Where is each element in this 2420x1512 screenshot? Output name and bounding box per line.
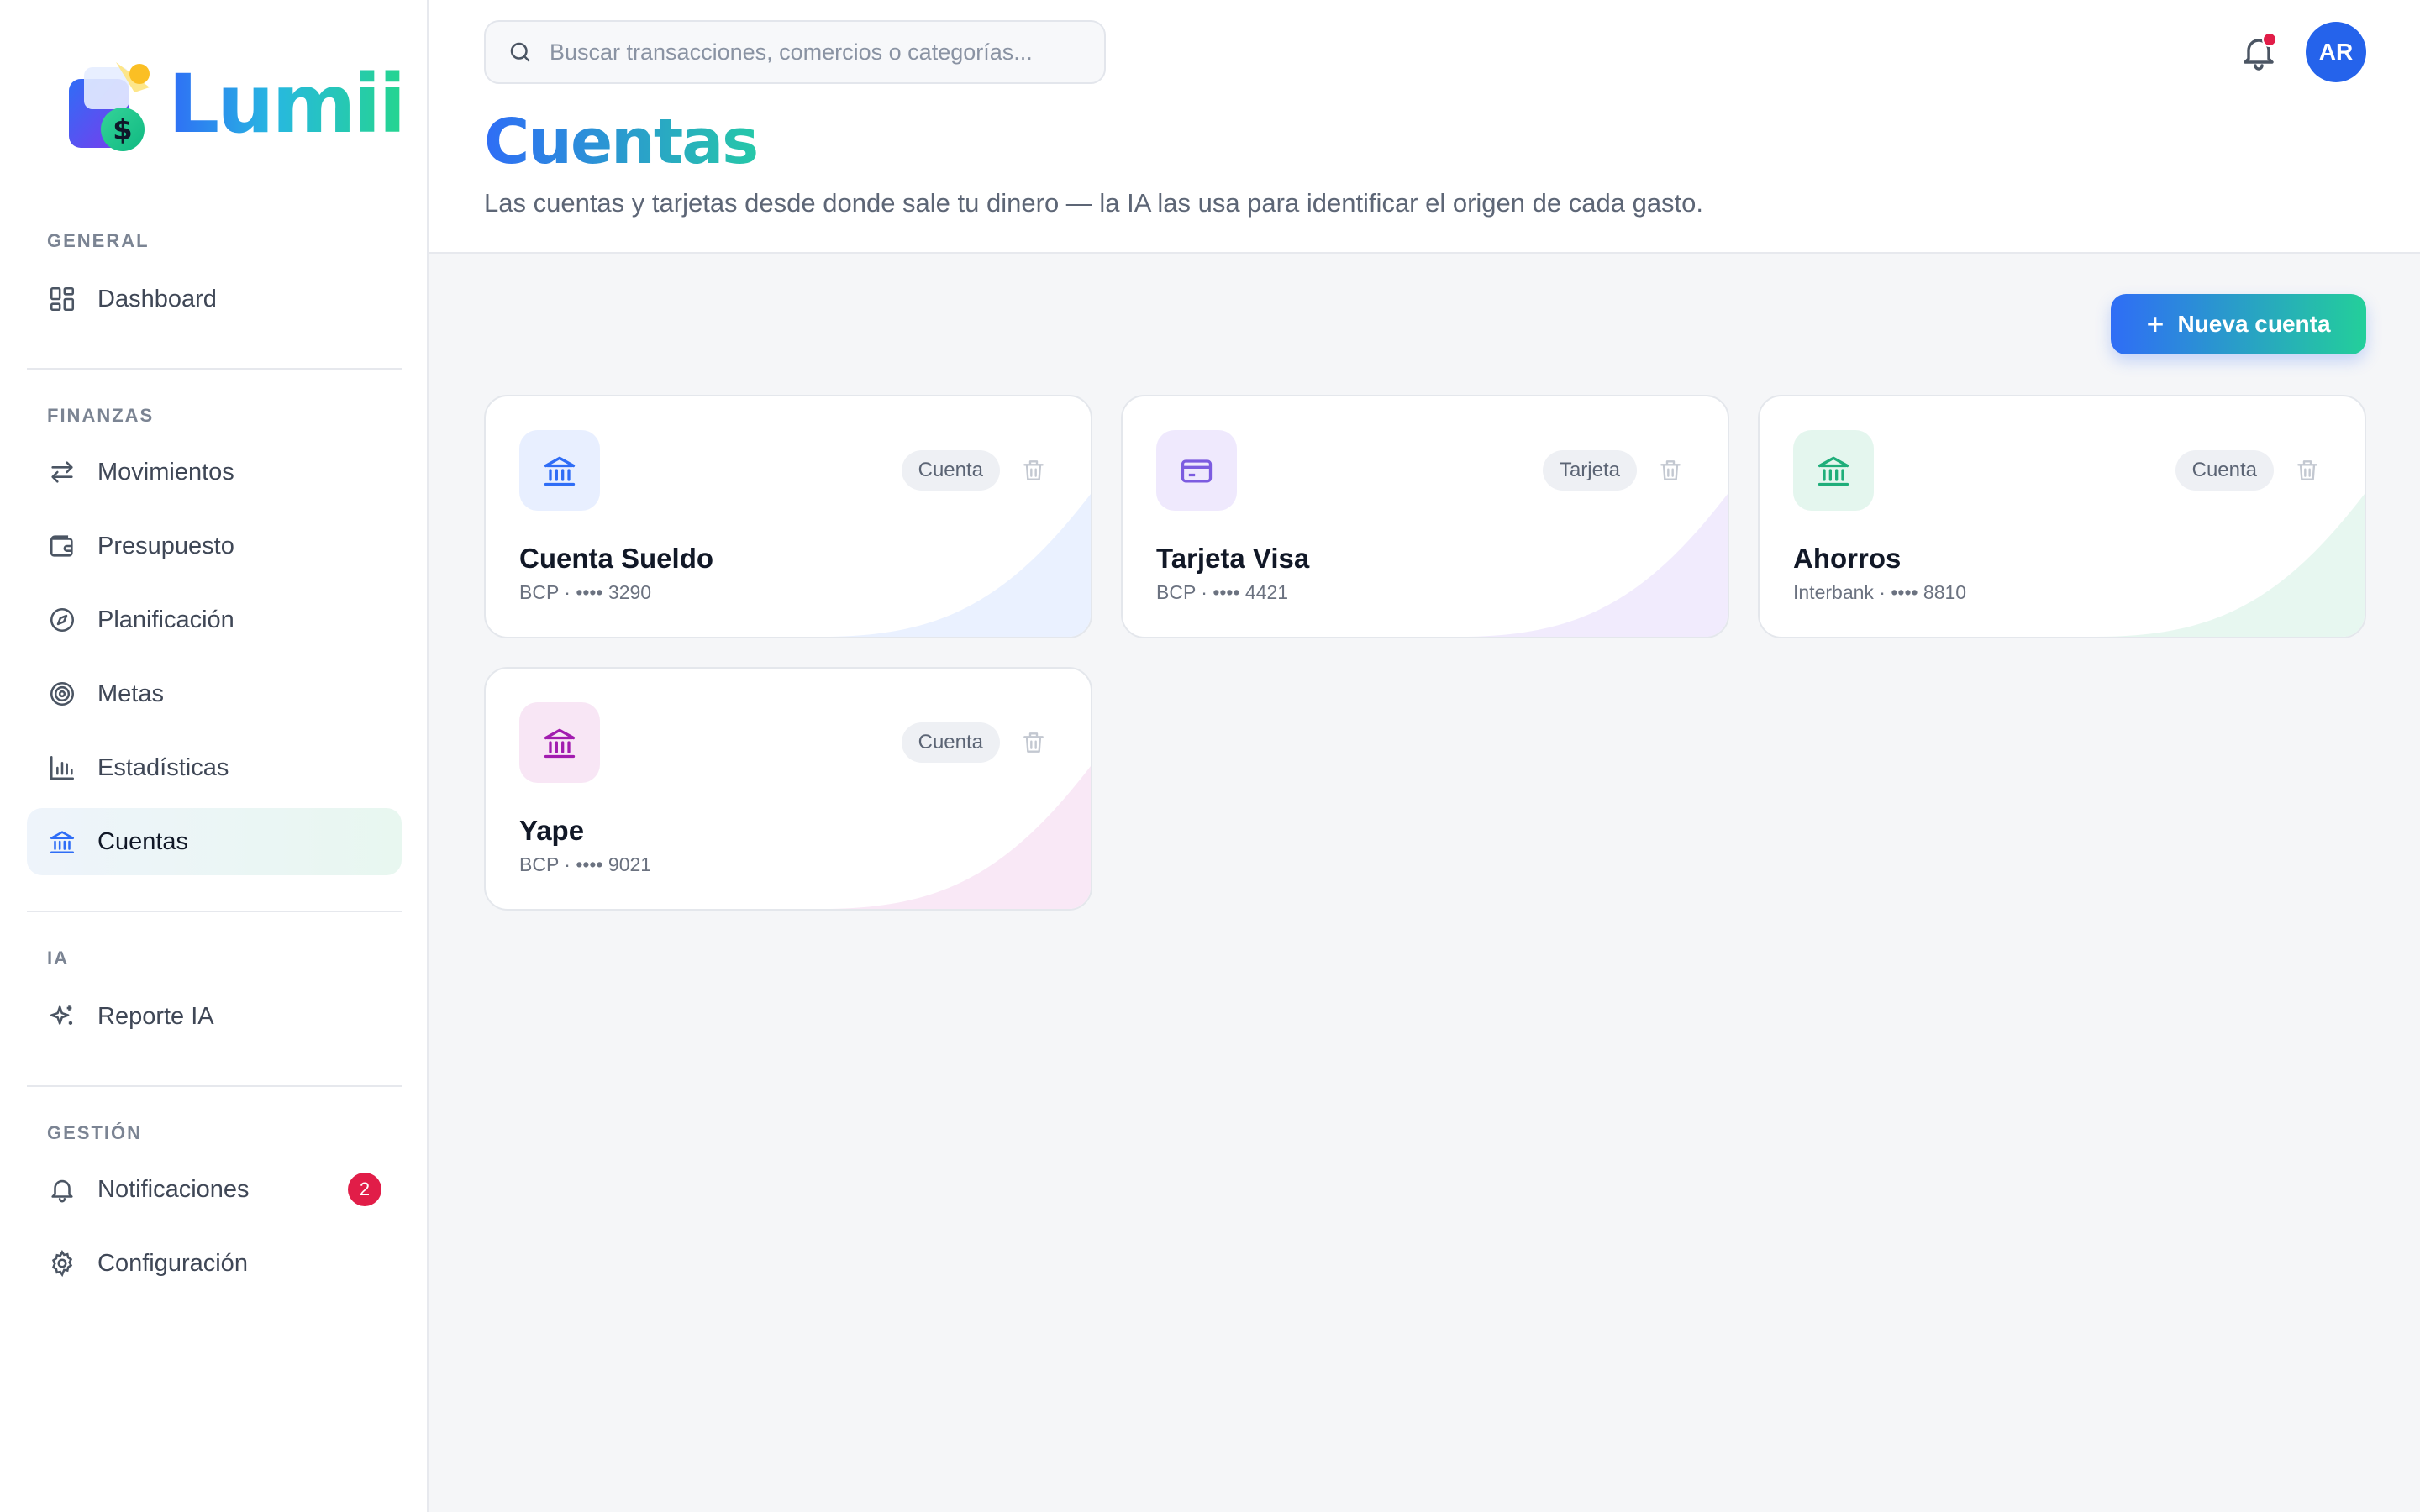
search-input[interactable] [548,38,1089,66]
notification-dot [2262,32,2277,47]
sidebar-item-label: Cuentas [97,827,189,855]
new-account-button[interactable]: + Nueva cuenta [2111,294,2366,354]
target-icon [47,679,77,709]
section-title-ia: IA [47,948,69,969]
sidebar-item-notificaciones[interactable]: Notificaciones 2 [27,1156,402,1223]
page-subtitle: Las cuentas y tarjetas desde donde sale … [484,188,1704,218]
sidebar-item-label: Planificación [97,606,234,633]
account-detail: BCP · •••• 3290 [519,581,652,603]
sidebar-item-estadisticas[interactable]: Estadísticas [27,734,402,801]
account-type-badge: Cuenta [901,722,1000,763]
credit-card-icon [1181,459,1213,483]
account-name: Cuenta Sueldo [519,543,714,574]
brand-name: Lumii [168,57,406,151]
trash-icon[interactable] [1020,457,1047,484]
sidebar-item-movimientos[interactable]: Movimientos [27,438,402,506]
sidebar-item-label: Metas [97,680,164,707]
notification-count-badge: 2 [348,1173,381,1206]
brand-logo[interactable]: $ Lumii [62,50,406,160]
sidebar-item-configuracion[interactable]: Configuración [27,1230,402,1297]
section-title-finanzas: FINANZAS [47,405,155,426]
bar-chart-icon [47,753,77,783]
account-card[interactable]: Cuenta Ahorros Interbank · •••• 8810 [1758,395,2366,638]
sidebar-item-label: Estadísticas [97,753,229,781]
avatar[interactable]: AR [2306,22,2366,82]
gear-icon [47,1248,77,1278]
logo-mark-icon: $ [69,62,150,151]
trash-icon[interactable] [1657,457,1684,484]
account-icon-box [519,702,600,783]
account-type-badge: Cuenta [901,450,1000,491]
wallet-icon [47,531,77,561]
sidebar-item-cuentas[interactable]: Cuentas [27,808,402,875]
account-icon-box [519,430,600,511]
divider [27,368,402,370]
sidebar-item-presupuesto[interactable]: Presupuesto [27,512,402,580]
sidebar-item-label: Reporte IA [97,1002,214,1030]
account-name: Ahorros [1793,543,1902,574]
section-title-gestion: GESTIÓN [47,1122,143,1143]
sparkles-icon [47,1001,77,1032]
account-detail: Interbank · •••• 8810 [1793,581,1967,603]
search-icon [510,42,530,62]
sidebar-item-dashboard[interactable]: Dashboard [27,265,402,333]
sidebar: $ Lumii GENERAL Dashboard FINANZAS Movim… [0,0,429,1512]
card-decoration [822,494,1091,637]
page-header: AR Cuentas Las cuentas y tarjetas desde … [429,0,2420,254]
sidebar-item-label: Notificaciones [97,1175,250,1203]
sidebar-item-metas[interactable]: Metas [27,660,402,727]
account-name: Yape [519,815,585,846]
account-card[interactable]: Tarjeta Tarjeta Visa BCP · •••• 4421 [1121,395,1729,638]
transfer-icon [47,457,77,487]
dashboard-icon [47,284,77,314]
sidebar-item-label: Configuración [97,1249,248,1277]
divider [27,911,402,912]
account-card[interactable]: Cuenta Yape BCP · •••• 9021 [484,667,1092,911]
new-account-label: Nueva cuenta [2177,311,2331,337]
card-decoration [2096,494,2365,637]
sidebar-item-label: Presupuesto [97,532,234,559]
sidebar-item-planificacion[interactable]: Planificación [27,586,402,654]
account-type-badge: Cuenta [2175,450,2274,491]
section-title-general: GENERAL [47,230,150,251]
svg-text:$: $ [113,113,133,147]
account-detail: BCP · •••• 4421 [1156,581,1289,603]
account-type-badge: Tarjeta [1542,450,1637,491]
bell-icon [47,1174,77,1205]
divider [27,1085,402,1087]
bank-icon [1818,456,1849,486]
account-detail: BCP · •••• 9021 [519,853,652,875]
trash-icon[interactable] [1020,729,1047,756]
bank-icon [47,827,77,857]
sidebar-item-label: Movimientos [97,458,234,486]
compass-icon [47,605,77,635]
search-bar[interactable] [484,20,1106,84]
bank-icon [544,456,576,486]
account-icon-box [1156,430,1237,511]
plus-icon: + [2146,307,2165,341]
account-name: Tarjeta Visa [1156,543,1310,574]
bank-icon [544,728,576,759]
sidebar-item-reporte-ia[interactable]: Reporte IA [27,983,402,1050]
page-title: Cuentas [484,106,759,178]
card-decoration [1459,494,1728,637]
account-icon-box [1793,430,1874,511]
account-card[interactable]: Cuenta Cuenta Sueldo BCP · •••• 3290 [484,395,1092,638]
trash-icon[interactable] [2294,457,2321,484]
sidebar-item-label: Dashboard [97,285,217,312]
card-decoration [822,766,1091,909]
